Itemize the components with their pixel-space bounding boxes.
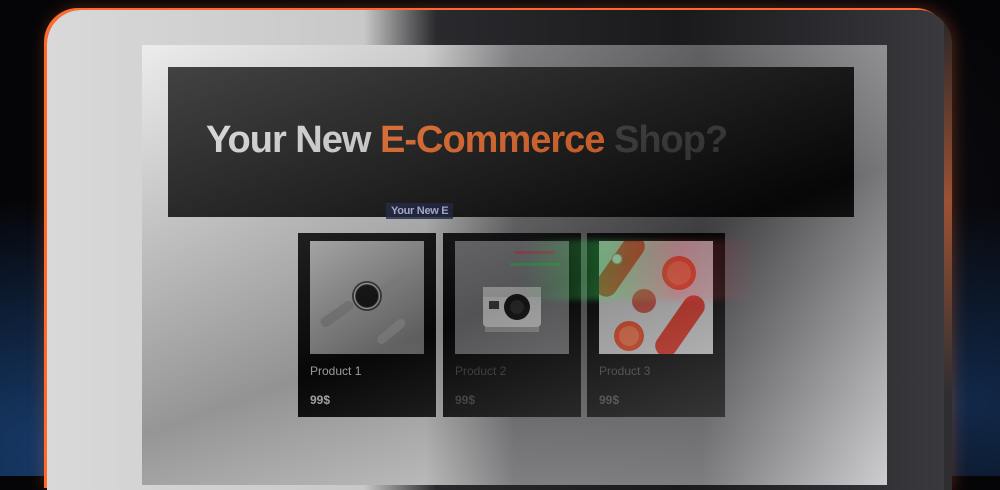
browser-viewport: Your New E-Commerce Shop? Your New E Pro… [142,45,887,485]
display-edge [944,10,952,490]
laptop-display-frame: Your New E-Commerce Shop? Your New E Pro… [47,10,952,490]
smartwatch-icon[interactable] [310,241,424,354]
product-name[interactable]: Product 3 [599,364,650,378]
product-price: 99$ [310,393,331,407]
hero-title-accent: E-Commerce [380,119,605,161]
hero-banner: Your New E-Commerce Shop? [168,67,854,217]
product-card-1[interactable]: Product 1 99$ [298,233,436,417]
product-name[interactable]: Product 2 [455,364,506,378]
hero-title-part1: Your New [206,119,380,161]
glitch-overlay [520,240,760,300]
product-name[interactable]: Product 1 [310,364,361,378]
product-price: 99$ [599,393,620,407]
hero-title: Your New E-Commerce Shop? [206,119,728,162]
product-price: 99$ [455,393,476,407]
hero-subtitle: Your New E [386,203,454,219]
hero-title-part2: Shop? [604,119,728,161]
